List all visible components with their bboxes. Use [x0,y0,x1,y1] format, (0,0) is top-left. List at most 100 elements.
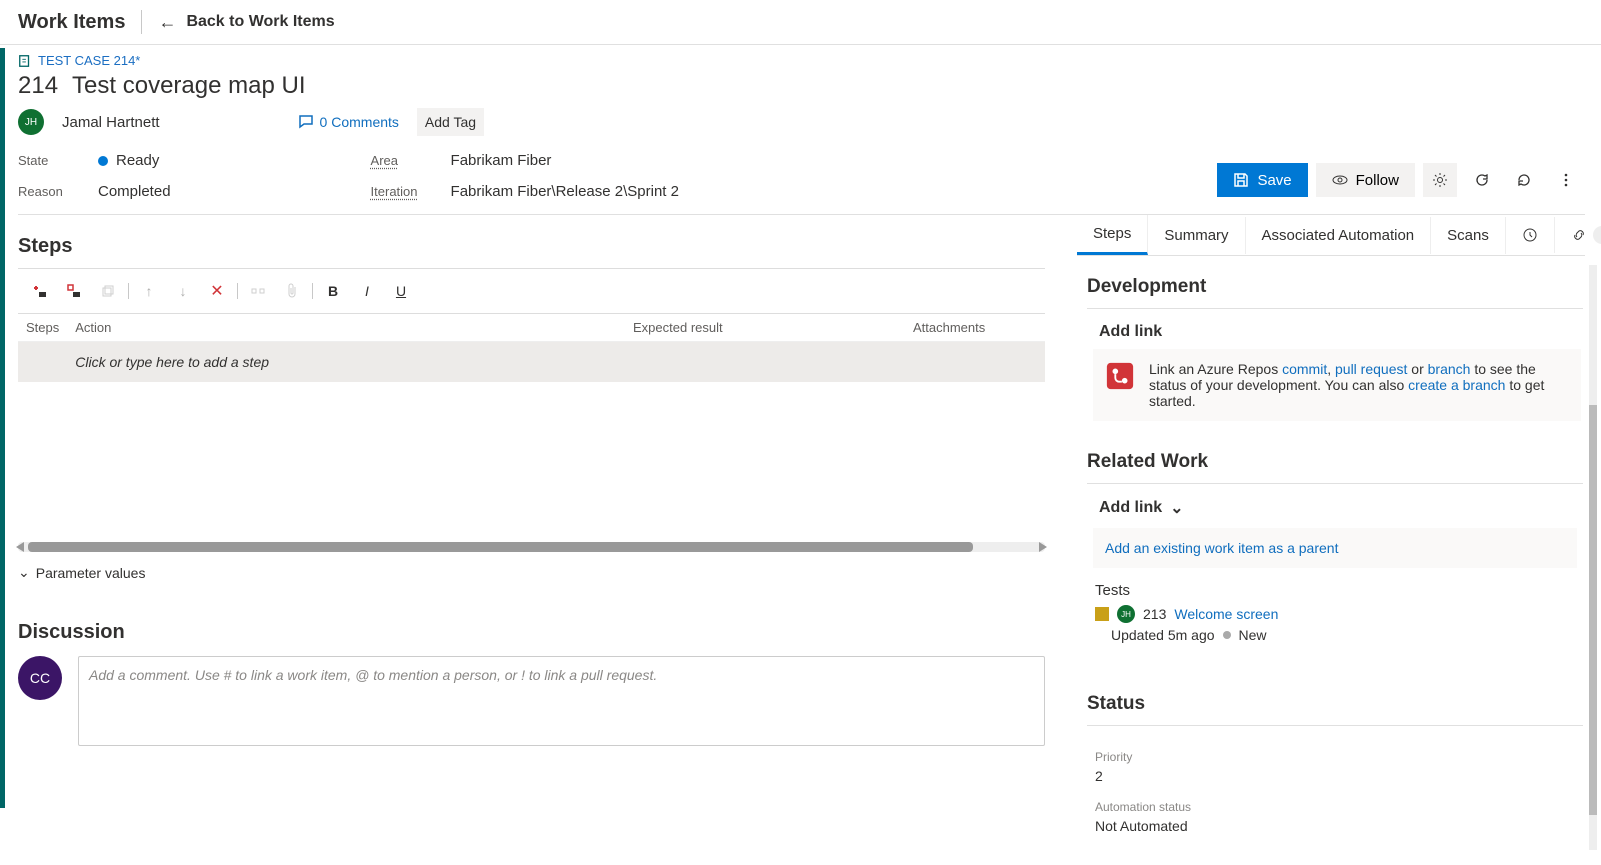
automation-status-field[interactable]: Automation status Not Automated [1087,790,1583,840]
format-button[interactable] [244,277,272,305]
work-item-title[interactable]: Test coverage map UI [72,72,305,100]
divider [1087,725,1583,726]
status-section: Status Priority 2 Automation status Not … [1085,673,1585,850]
state-label: State [18,153,74,168]
priority-label: Priority [1095,750,1575,764]
italic-button[interactable]: I [353,277,381,305]
scrollbar-thumb[interactable] [1589,405,1597,815]
add-step-placeholder-row[interactable]: Click or type here to add a step [18,342,1045,383]
move-up-button[interactable]: ↑ [135,277,163,305]
breadcrumb-label: TEST CASE 214* [38,53,140,68]
discussion-box: CC Add a comment. Use # to link a work i… [18,656,1045,746]
test-id: 213 [1143,606,1166,622]
related-work-heading: Related Work [1087,451,1583,473]
tab-links[interactable]: 1 [1555,216,1601,254]
more-button[interactable] [1549,163,1583,197]
links-badge: 1 [1593,226,1601,244]
field-reason[interactable]: Reason Completed [18,183,171,200]
priority-field[interactable]: Priority 2 [1087,740,1583,790]
assignee-name[interactable]: Jamal Hartnett [62,114,160,131]
tab-steps[interactable]: Steps [1077,215,1148,255]
reason-label: Reason [18,184,74,199]
tests-label: Tests [1095,582,1583,599]
assignee-avatar[interactable]: JH [18,109,44,135]
tab-history[interactable] [1506,217,1555,253]
development-text: Link an Azure Repos commit, pull request… [1149,361,1569,409]
add-link-heading[interactable]: Add link [1087,323,1583,341]
comment-input[interactable]: Add a comment. Use # to link a work item… [78,656,1045,746]
back-link[interactable]: ← Back to Work Items [158,12,334,33]
add-shared-step-button[interactable] [60,277,88,305]
chevron-down-icon: ⌄ [1170,498,1183,518]
test-suite-icon [1095,607,1109,621]
comment-icon [298,114,314,130]
copy-step-icon [100,283,116,299]
title-row: 214 Test coverage map UI [18,72,1585,108]
discussion-section: Discussion CC Add a comment. Use # to li… [18,621,1045,746]
divider [1087,483,1583,484]
pull-request-link[interactable]: pull request [1335,361,1407,377]
bold-button[interactable]: B [319,277,347,305]
branch-link[interactable]: branch [1428,361,1471,377]
vertical-scrollbar[interactable] [1589,265,1597,850]
col-expected: Expected result [625,314,905,342]
scrollbar-thumb[interactable] [28,542,973,552]
separator [312,283,313,299]
field-state[interactable]: State Ready [18,152,171,169]
add-step-icon [32,283,48,299]
save-button[interactable]: Save [1217,163,1307,197]
divider [1087,308,1583,309]
eye-icon [1332,172,1348,188]
delete-icon: ✕ [210,281,223,301]
paperclip-icon [285,283,299,299]
test-case-icon [18,54,32,68]
tab-scans[interactable]: Scans [1431,217,1506,254]
underline-button[interactable]: U [387,277,415,305]
area-label: Area [371,153,427,168]
current-user-avatar: CC [18,656,62,700]
tab-automation[interactable]: Associated Automation [1246,217,1432,254]
reason-value: Completed [98,183,171,200]
comments-link[interactable]: 0 Comments [298,114,399,130]
main-body: Steps ↑ ↓ ✕ B I U [18,215,1585,850]
field-area[interactable]: Area Fabrikam Fiber [371,152,679,169]
refresh-button[interactable] [1465,163,1499,197]
top-navigation: Work Items ← Back to Work Items [0,0,1601,45]
gear-icon [1432,172,1448,188]
state-value: Ready [98,152,159,169]
separator [237,283,238,299]
tabs-row: Steps Summary Associated Automation Scan… [1077,215,1585,256]
test-item[interactable]: JH 213 Welcome screen [1095,605,1583,623]
chevron-down-icon: ⌄ [18,564,30,581]
development-section: Development Add link Link an Azure Repos… [1085,256,1585,431]
breadcrumb[interactable]: TEST CASE 214* [18,45,1585,72]
field-col-right: Area Fabrikam Fiber Iteration Fabrikam F… [371,152,679,200]
test-title-link[interactable]: Welcome screen [1174,606,1278,622]
horizontal-scrollbar[interactable] [18,542,1045,552]
add-parent-card[interactable]: Add an existing work item as a parent [1093,528,1577,568]
follow-button[interactable]: Follow [1316,163,1415,197]
separator [128,283,129,299]
history-icon [1522,227,1538,243]
settings-button[interactable] [1423,163,1457,197]
add-step-button[interactable] [26,277,54,305]
development-info-card: Link an Azure Repos commit, pull request… [1093,349,1581,421]
field-iteration[interactable]: Iteration Fabrikam Fiber\Release 2\Sprin… [371,183,679,200]
arrow-left-icon: ← [158,12,176,33]
add-link-button[interactable]: Add link ⌄ [1087,498,1583,518]
iteration-value: Fabrikam Fiber\Release 2\Sprint 2 [451,183,679,200]
attach-button[interactable] [278,277,306,305]
parameter-values-toggle[interactable]: ⌄ Parameter values [18,564,1045,581]
page-title: Work Items [18,11,125,34]
tab-summary[interactable]: Summary [1148,217,1245,254]
add-tag-button[interactable]: Add Tag [417,108,484,136]
param-values-label: Parameter values [36,565,146,581]
move-down-button[interactable]: ↓ [169,277,197,305]
undo-button[interactable] [1507,163,1541,197]
delete-step-button[interactable]: ✕ [203,277,231,305]
commit-link[interactable]: commit [1282,361,1327,377]
create-branch-link[interactable]: create a branch [1408,377,1505,393]
work-item-id: 214 [18,72,58,100]
meta-row: JH Jamal Hartnett 0 Comments Add Tag [18,108,1585,146]
copy-step-button[interactable] [94,277,122,305]
